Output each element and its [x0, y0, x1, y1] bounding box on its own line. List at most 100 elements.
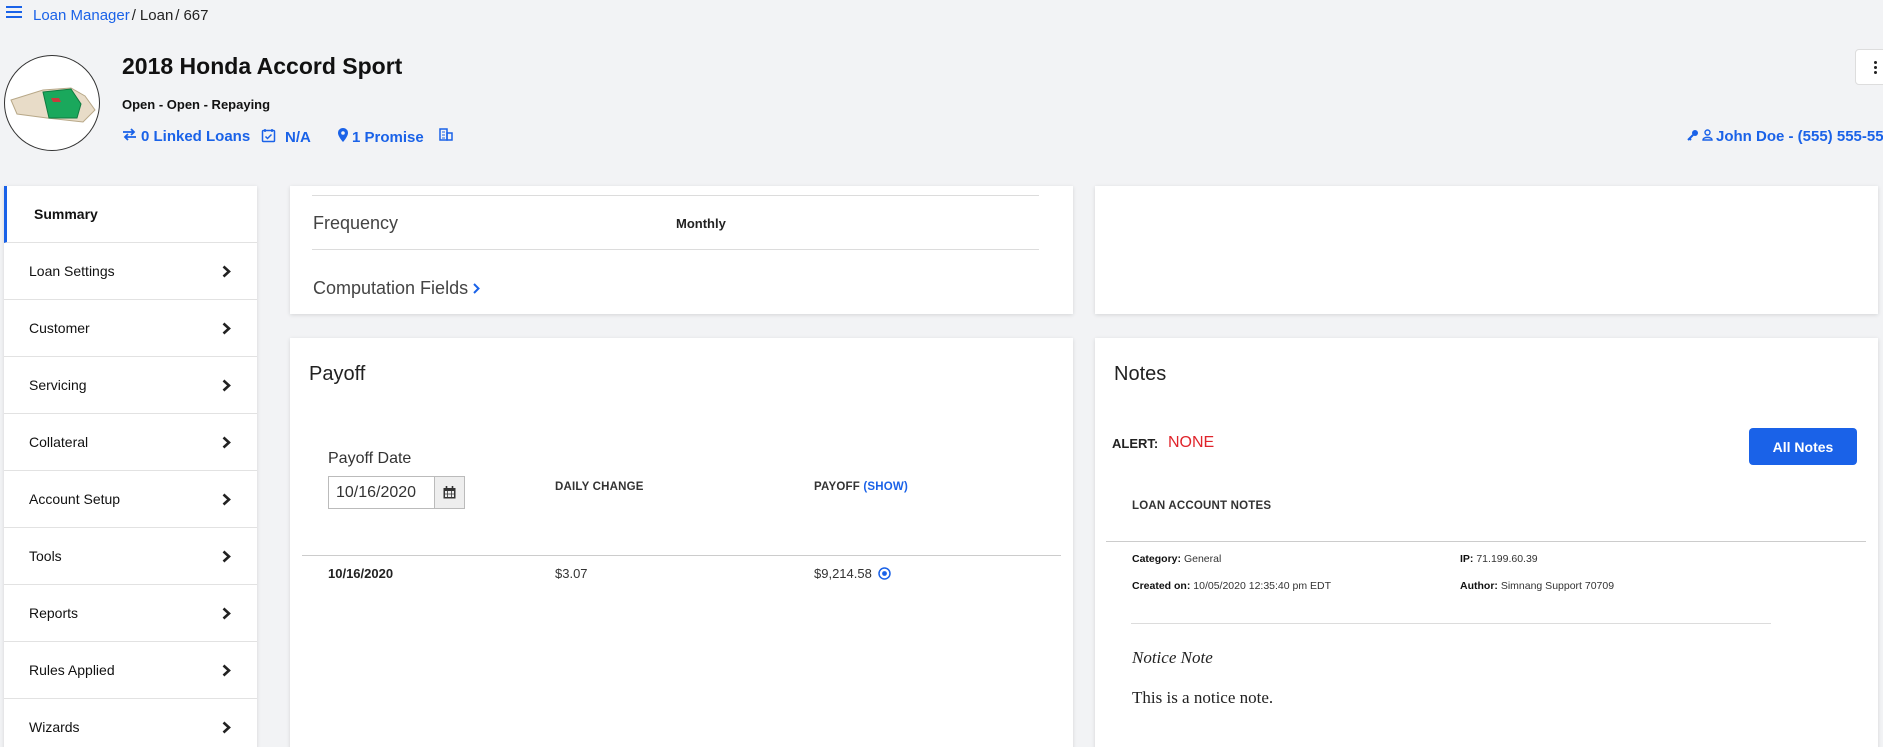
sidebar: Summary Loan Settings Customer Servicing…: [4, 186, 257, 747]
checklist-label: N/A: [285, 129, 311, 146]
sidebar-item-collateral[interactable]: Collateral: [4, 414, 257, 471]
all-notes-button[interactable]: All Notes: [1749, 428, 1857, 465]
chevron-right-icon: [222, 607, 231, 619]
contact-label: John Doe - (555) 555-5555: [1716, 128, 1883, 145]
payoff-card: Payoff Payoff Date DAILY CHANGE PAYOFF (…: [290, 338, 1073, 747]
note-body: This is a notice note.: [1132, 688, 1274, 707]
summary-side-card: [1095, 186, 1878, 314]
divider: [1106, 541, 1866, 542]
sidebar-item-label: Loan Settings: [29, 263, 115, 279]
calendar-check-icon: [261, 128, 276, 147]
note-author: Author: Simnang Support 70709: [1460, 580, 1614, 592]
divider: [1131, 623, 1771, 624]
computation-fields-toggle[interactable]: Computation Fields: [313, 278, 480, 299]
sidebar-item-reports[interactable]: Reports: [4, 585, 257, 642]
note-author-value: Simnang Support 70709: [1500, 580, 1615, 592]
calendar-icon: [443, 486, 456, 499]
chevron-right-icon: [222, 664, 231, 676]
daily-change-header: DAILY CHANGE: [555, 481, 644, 493]
notes-title: Notes: [1114, 363, 1167, 385]
checklist-link[interactable]: N/A: [261, 128, 311, 147]
payoff-row-date: 10/16/2020: [328, 566, 394, 581]
key-icon: [1687, 128, 1699, 145]
alert-value: NONE: [1168, 434, 1215, 451]
user-icon: [1702, 128, 1713, 145]
chevron-right-icon: [222, 265, 231, 277]
note-category: Category: General: [1132, 553, 1221, 565]
linked-loans-link[interactable]: 0 Linked Loans: [122, 128, 250, 145]
divider: [312, 195, 1039, 196]
chevron-right-icon: [222, 493, 231, 505]
sidebar-item-label: Customer: [29, 320, 90, 336]
breadcrumb: Loan Manager / Loan/667: [33, 7, 209, 24]
more-options-icon[interactable]: [1855, 49, 1883, 85]
chevron-right-icon: [222, 550, 231, 562]
payoff-date-picker: [328, 476, 465, 509]
payoff-header-label: PAYOFF: [814, 481, 860, 493]
divider: [302, 555, 1061, 556]
page-title: 2018 Honda Accord Sport: [122, 53, 403, 79]
frequency-label: Frequency: [313, 213, 399, 233]
chevron-right-icon: [222, 379, 231, 391]
sidebar-item-label: Collateral: [29, 434, 89, 450]
chevron-right-icon: [222, 322, 231, 334]
chevron-right-icon: [222, 721, 231, 733]
notes-card: Notes ALERT: NONE All Notes LOAN ACCOUNT…: [1095, 338, 1878, 747]
loan-account-notes-header: LOAN ACCOUNT NOTES: [1132, 500, 1272, 512]
sidebar-item-servicing[interactable]: Servicing: [4, 357, 257, 414]
linked-loans-label: 0 Linked Loans: [141, 128, 251, 145]
vehicle-avatar: [4, 55, 100, 151]
computation-fields-label: Computation Fields: [313, 278, 469, 298]
map-marker-icon: [338, 128, 348, 146]
divider: [312, 249, 1039, 250]
promise-link[interactable]: 1 Promise: [338, 128, 424, 146]
sidebar-item-label: Account Setup: [29, 491, 121, 507]
chevron-right-icon: [222, 436, 231, 448]
sidebar-item-label: Reports: [29, 605, 79, 621]
sidebar-item-summary[interactable]: Summary: [4, 186, 257, 243]
note-created-label: Created on:: [1132, 580, 1191, 592]
payoff-header: PAYOFF (SHOW): [814, 481, 908, 493]
breadcrumb-loan: Loan: [139, 7, 174, 24]
payoff-title: Payoff: [309, 363, 366, 385]
sidebar-item-label: Summary: [34, 206, 98, 222]
sidebar-item-label: Servicing: [29, 377, 87, 393]
building-icon: [439, 128, 453, 145]
alert-label: ALERT:: [1112, 436, 1159, 451]
summary-details-card: Frequency Monthly Computation Fields: [290, 186, 1073, 314]
target-icon[interactable]: [878, 567, 891, 580]
payoff-date-input[interactable]: [328, 476, 434, 509]
swap-arrows-icon: [122, 128, 137, 145]
note-category-value: General: [1183, 553, 1222, 565]
chevron-right-icon: [473, 283, 480, 294]
note-category-label: Category:: [1132, 553, 1182, 565]
promise-label: 1 Promise: [352, 128, 424, 146]
sidebar-item-label: Wizards: [29, 719, 80, 735]
payoff-row-value: $9,214.58: [814, 566, 872, 581]
note-author-label: Author:: [1460, 580, 1498, 592]
note-ip-label: IP:: [1460, 553, 1474, 565]
sidebar-item-account-setup[interactable]: Account Setup: [4, 471, 257, 528]
note-ip-value: 71.199.60.39: [1476, 553, 1538, 565]
note-ip: IP: 71.199.60.39: [1460, 553, 1538, 565]
sidebar-item-label: Tools: [29, 548, 62, 564]
sidebar-item-label: Rules Applied: [29, 662, 115, 678]
note-created: Created on: 10/05/2020 12:35:40 pm EDT: [1132, 580, 1331, 592]
sidebar-item-tools[interactable]: Tools: [4, 528, 257, 585]
payoff-date-label: Payoff Date: [328, 450, 412, 467]
note-title: Notice Note: [1132, 648, 1213, 667]
sidebar-item-customer[interactable]: Customer: [4, 300, 257, 357]
sidebar-item-wizards[interactable]: Wizards: [4, 699, 257, 747]
contact-link[interactable]: John Doe - (555) 555-5555: [1687, 128, 1883, 145]
note-created-value: 10/05/2020 12:35:40 pm EDT: [1193, 580, 1332, 592]
calendar-button[interactable]: [434, 476, 465, 509]
payoff-row-amount: $9,214.58: [814, 566, 891, 581]
sidebar-item-rules-applied[interactable]: Rules Applied: [4, 642, 257, 699]
loan-status: Open - Open - Repaying: [122, 97, 271, 112]
breadcrumb-loan-manager[interactable]: Loan Manager: [33, 7, 130, 24]
sidebar-item-loan-settings[interactable]: Loan Settings: [4, 243, 257, 300]
breadcrumb-loan-id: 667: [183, 7, 209, 24]
menu-icon[interactable]: [6, 6, 22, 18]
company-link[interactable]: [439, 128, 453, 145]
payoff-show-link[interactable]: (SHOW): [863, 481, 908, 493]
